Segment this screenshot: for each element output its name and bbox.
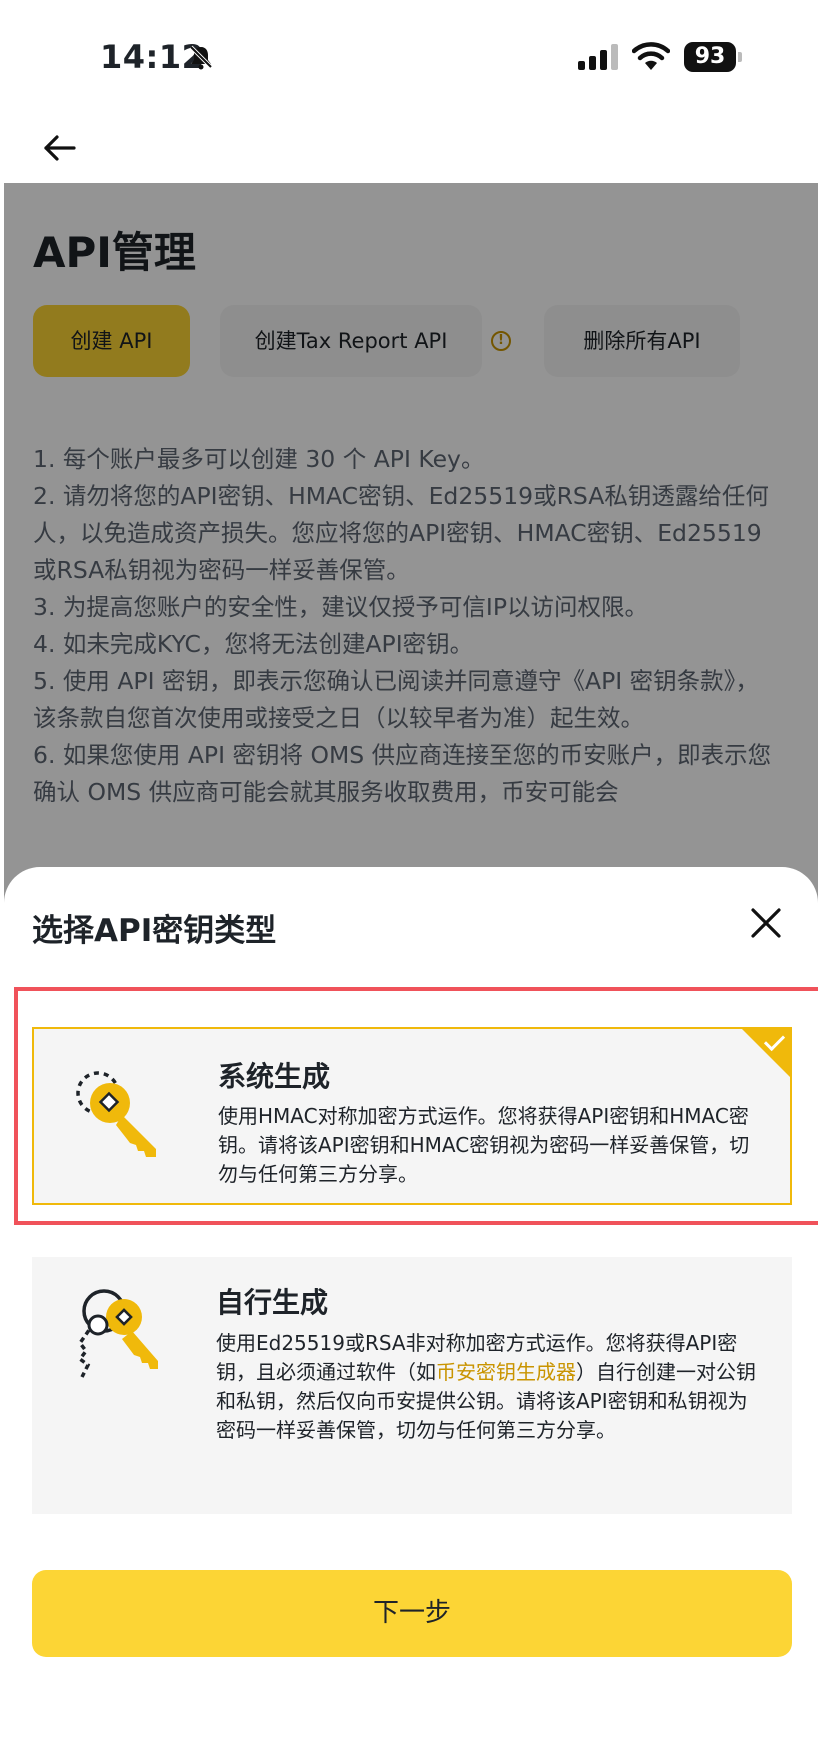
next-step-button[interactable]: 下一步 [32,1570,792,1657]
option-system-generated[interactable]: 系统生成 使用HMAC对称加密方式运作。您将获得API密钥和HMAC密钥。请将该… [32,1027,792,1205]
cellular-signal-icon [578,44,618,70]
option-heading: 系统生成 [218,1060,331,1093]
selected-corner [740,1027,792,1079]
close-icon[interactable] [750,907,782,939]
option-self-generated[interactable]: 自行生成 使用Ed25519或RSA非对称加密方式运作。您将获得API密钥，且必… [32,1257,792,1514]
option-description: 使用Ed25519或RSA非对称加密方式运作。您将获得API密钥，且必须通过软件… [216,1329,764,1445]
option-heading: 自行生成 [216,1286,329,1319]
wifi-icon [632,42,670,70]
bell-muted-icon [189,45,213,70]
keys-icon [77,1289,158,1378]
nav-bar [0,115,818,183]
back-arrow-icon[interactable] [40,128,80,168]
option-description: 使用HMAC对称加密方式运作。您将获得API密钥和HMAC密钥。请将该API密钥… [218,1104,750,1186]
key-icon [76,1071,156,1157]
status-bar: 14:12 93 [0,0,818,115]
key-generator-link[interactable]: 币安密钥生成器 [436,1360,576,1384]
battery-tip [738,52,742,62]
battery-level: 93 [684,42,736,72]
sheet-title: 选择API密钥类型 [32,913,277,949]
api-key-type-sheet: 选择API密钥类型 系统生成 使用HMAC对称加密方式运作。您将获得API密钥和… [4,867,818,1748]
